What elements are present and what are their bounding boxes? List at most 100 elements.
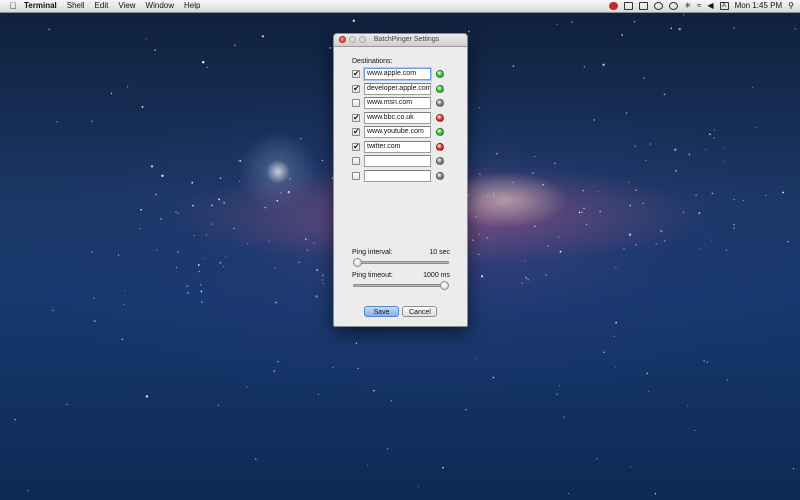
wifi-icon[interactable]: ≈ <box>697 0 701 12</box>
spotlight-icon[interactable]: ⚲ <box>788 0 794 12</box>
destination-host-field[interactable] <box>364 155 431 167</box>
star <box>794 28 797 30</box>
star <box>642 202 644 205</box>
menu-edit[interactable]: Edit <box>95 0 109 12</box>
star <box>467 30 470 33</box>
destination-checkbox[interactable]: ✔ <box>352 113 360 122</box>
destination-checkbox[interactable]: ✔ <box>352 70 360 78</box>
destination-host-field[interactable]: www.apple.com <box>364 68 431 80</box>
save-button[interactable]: Save <box>364 306 399 317</box>
destination-checkbox[interactable] <box>352 157 360 165</box>
star <box>752 86 754 88</box>
star <box>223 266 225 268</box>
star <box>306 249 308 251</box>
menu-help[interactable]: Help <box>184 0 200 12</box>
battery-icon[interactable] <box>639 2 649 10</box>
star <box>547 245 549 247</box>
screen-icon[interactable] <box>624 2 634 10</box>
star <box>625 112 628 114</box>
star <box>442 466 444 469</box>
star <box>635 189 637 192</box>
apple-icon[interactable]:  <box>8 1 18 11</box>
star <box>615 367 617 369</box>
star <box>583 207 585 210</box>
destination-row: www.msn.com <box>352 97 464 110</box>
clock-icon[interactable] <box>669 2 679 10</box>
window-title: BatchPinger Settings <box>373 36 440 43</box>
ping-timeout-slider-knob[interactable] <box>440 281 449 290</box>
star <box>496 152 498 155</box>
star <box>322 282 324 285</box>
menu-shell[interactable]: Shell <box>67 0 85 12</box>
destination-host-field[interactable]: twitter.com <box>364 140 431 153</box>
menu-window[interactable]: Window <box>146 0 174 12</box>
menu-bar:  Terminal Shell Edit View Window Help ✳… <box>0 0 800 13</box>
status-green-icon <box>436 70 444 78</box>
star <box>268 240 270 242</box>
star <box>699 248 701 250</box>
destination-checkbox[interactable]: ✔ <box>352 128 360 136</box>
star <box>558 236 560 238</box>
star <box>674 148 677 151</box>
star <box>202 61 205 64</box>
star <box>501 202 503 205</box>
destination-host-field[interactable] <box>364 169 431 182</box>
star <box>139 227 141 230</box>
star <box>121 338 124 341</box>
star <box>141 106 144 108</box>
status-gray-icon <box>436 157 444 165</box>
red-record-icon[interactable] <box>609 2 619 10</box>
star <box>597 191 599 193</box>
destination-host-field[interactable]: www.msn.com <box>364 97 431 109</box>
star <box>316 269 319 271</box>
star <box>373 389 375 392</box>
destination-host-field[interactable]: www.youtube.com <box>364 126 431 138</box>
destination-checkbox[interactable] <box>352 171 360 180</box>
star <box>670 27 673 30</box>
star <box>599 210 601 213</box>
star <box>322 274 324 277</box>
star <box>261 35 265 38</box>
destination-host-field[interactable]: developer.apple.com <box>364 82 431 95</box>
star <box>711 192 714 195</box>
star <box>198 270 201 273</box>
ping-timeout-track[interactable] <box>353 284 449 287</box>
volume-icon[interactable]: ◀ <box>707 0 713 12</box>
star <box>387 448 389 450</box>
star <box>238 160 240 162</box>
star <box>200 290 203 293</box>
star <box>197 264 200 266</box>
cancel-button[interactable]: Cancel <box>402 306 437 317</box>
destination-checkbox[interactable]: ✔ <box>352 84 360 93</box>
star <box>14 418 17 421</box>
star <box>233 227 235 229</box>
star <box>154 49 156 51</box>
menu-clock[interactable]: Mon 1:45 PM <box>735 0 783 12</box>
star <box>688 153 691 156</box>
star <box>725 249 728 251</box>
bluetooth-icon[interactable]: ✳ <box>684 0 691 12</box>
lifesaver-icon[interactable] <box>654 2 664 10</box>
star <box>191 181 194 184</box>
star <box>186 285 188 287</box>
ping-interval-track[interactable] <box>353 261 449 264</box>
star <box>390 400 393 402</box>
star <box>472 239 474 241</box>
destination-row: ✔ twitter.com <box>352 140 464 154</box>
destination-checkbox[interactable]: ✔ <box>352 142 360 151</box>
menu-app-name[interactable]: Terminal <box>24 0 57 12</box>
destination-checkbox[interactable] <box>352 99 360 107</box>
star <box>687 405 689 407</box>
star <box>155 193 157 196</box>
star <box>663 93 666 96</box>
star <box>160 218 162 220</box>
star <box>313 242 315 245</box>
ping-interval-slider-knob[interactable] <box>353 258 362 267</box>
text-input-icon[interactable]: A <box>719 2 729 10</box>
window-titlebar[interactable]: BatchPinger Settings <box>334 34 467 47</box>
star <box>578 211 581 214</box>
star <box>621 34 623 36</box>
star <box>52 309 54 312</box>
menu-view[interactable]: View <box>118 0 135 12</box>
destination-host-field[interactable]: www.bbc.co.uk <box>364 111 431 124</box>
